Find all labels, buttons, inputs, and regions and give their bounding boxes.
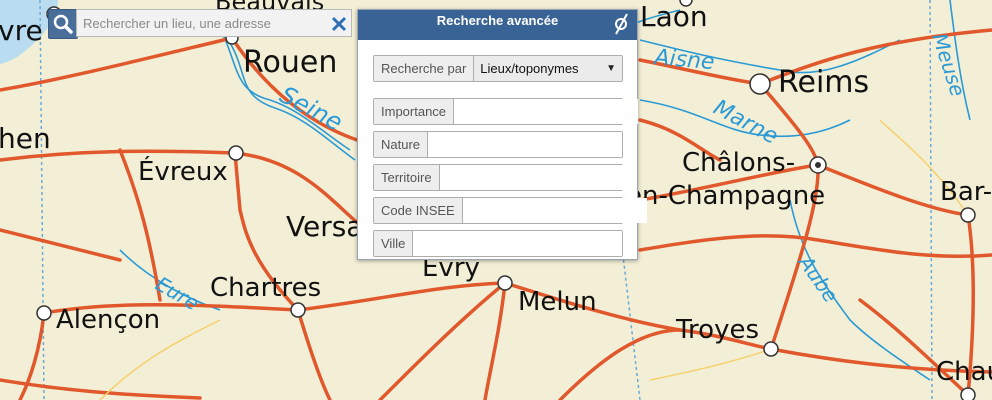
search-by-row: Recherche par Lieux/toponymes ▼ [373, 55, 623, 82]
city-marker-bar [960, 207, 976, 223]
city-label-laon: Laon [640, 0, 708, 33]
advanced-search-panel: Recherche avancée Recherche par Lieux/to… [357, 9, 647, 260]
city-label-havre: vre [0, 14, 43, 47]
code-insee-input[interactable] [462, 198, 647, 223]
city-marker-evreux [228, 145, 244, 161]
nature-row: Nature [373, 131, 623, 158]
search-button[interactable] [48, 9, 78, 39]
search-icon [53, 14, 73, 34]
territoire-input[interactable] [439, 165, 624, 190]
territoire-row: Territoire [373, 164, 624, 191]
prefecture-dot [815, 162, 821, 168]
hide-panel-button[interactable] [609, 12, 633, 36]
city-label-melun: Melun [518, 287, 597, 317]
ville-label: Ville [374, 231, 414, 256]
advanced-search-title: Recherche avancée [436, 13, 559, 28]
code-insee-label: Code INSEE [374, 198, 463, 223]
city-label-troyes: Troyes [675, 315, 759, 345]
importance-row: Importance [373, 98, 639, 125]
nature-label: Nature [374, 132, 429, 157]
code-insee-row: Code INSEE [373, 197, 647, 224]
city-marker-chartres [290, 302, 306, 318]
dropdown-arrow-icon: ▼ [606, 63, 616, 74]
city-label-caen: hen [0, 122, 51, 155]
nature-input[interactable] [428, 132, 622, 157]
city-marker-alencon [36, 305, 52, 321]
search-by-value: Lieux/toponymes [480, 61, 579, 76]
search-by-select[interactable]: Lieux/toponymes ▼ [474, 56, 622, 81]
ville-row: Ville [373, 230, 623, 257]
city-label-chaumont: Chaum [936, 357, 992, 387]
ville-input[interactable] [413, 231, 622, 256]
advanced-search-header: Recherche avancée [358, 10, 637, 40]
city-label-versailles: Versa [286, 210, 363, 243]
city-marker-evry [497, 275, 513, 291]
city-label-chalons: Châlons- [682, 148, 795, 178]
city-marker-chaumont [960, 387, 976, 400]
city-label-reims: Reims [778, 65, 869, 100]
city-label-rouen: Rouen [243, 45, 337, 80]
city-label-evreux: Évreux [138, 155, 228, 187]
importance-label: Importance [374, 99, 455, 124]
importance-input[interactable] [454, 99, 639, 124]
city-label-alencon: Alençon [56, 305, 160, 335]
city-marker-reims [749, 73, 771, 95]
hide-panel-icon [615, 13, 628, 35]
city-label-bar: Bar- [940, 177, 992, 207]
search-bar [48, 9, 354, 39]
territoire-label: Territoire [374, 165, 440, 190]
city-marker-troyes [763, 341, 779, 357]
close-icon [331, 16, 347, 32]
search-input[interactable] [76, 9, 352, 37]
city-label-chartres: Chartres [210, 273, 321, 303]
city-label-champagne: en-Champagne [626, 181, 825, 211]
search-by-label: Recherche par [374, 56, 475, 81]
clear-search-button[interactable] [328, 13, 350, 35]
